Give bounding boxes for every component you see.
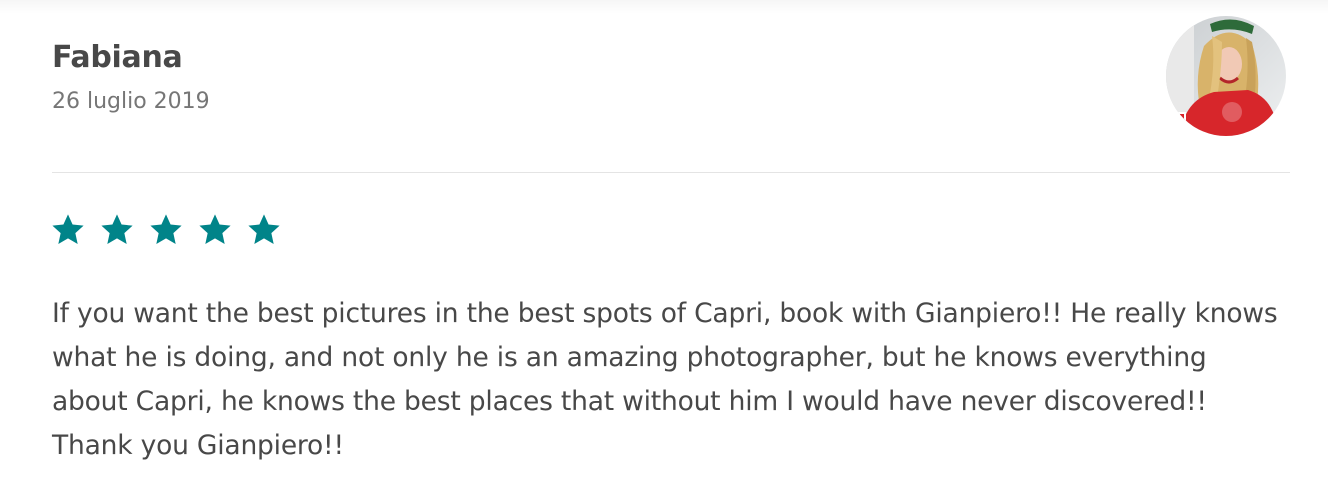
- star-rating: [50, 212, 282, 248]
- divider: [52, 172, 1290, 173]
- review-date: 26 luglio 2019: [52, 89, 210, 114]
- review-text: If you want the best pictures in the bes…: [52, 298, 1278, 461]
- avatar-photo: [1166, 16, 1286, 136]
- reviewer-name: Fabiana: [52, 40, 183, 75]
- star-icon: [199, 214, 231, 244]
- review-card: Fabiana 26 luglio 2019 If you want the b…: [0, 0, 1328, 494]
- star-icon: [150, 214, 182, 244]
- star-icon: [248, 214, 280, 244]
- avatar[interactable]: [1166, 16, 1286, 136]
- star-icon: [101, 214, 133, 244]
- star-icon: [52, 214, 84, 244]
